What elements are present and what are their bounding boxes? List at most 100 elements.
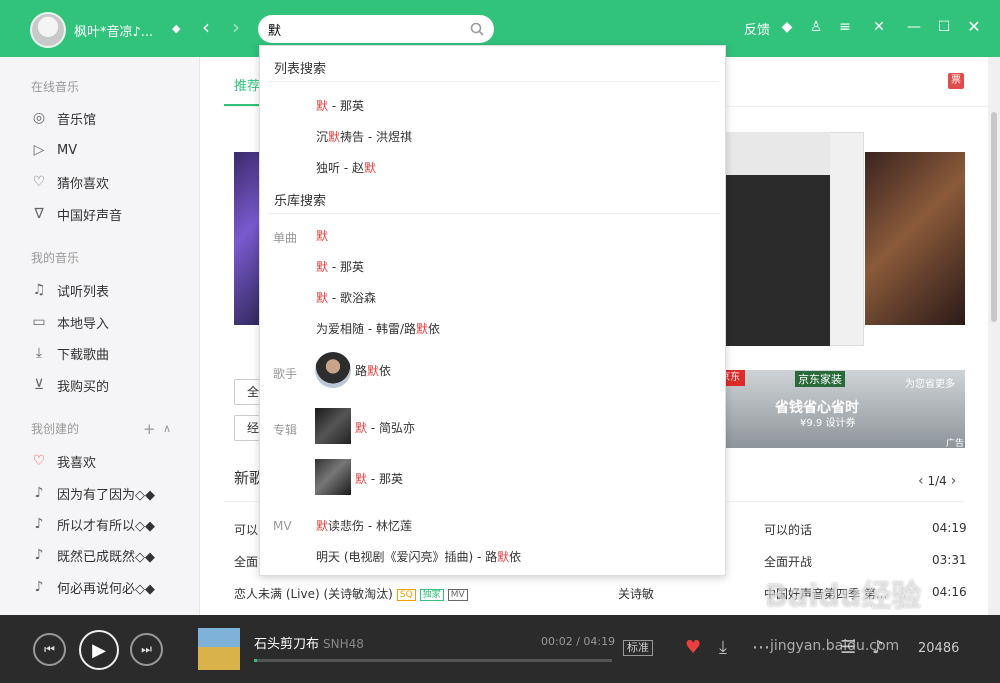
banner-image-right[interactable]	[865, 152, 965, 325]
sidebar-item-label: 因为有了因为◇◆	[57, 487, 155, 503]
sidebar-item-favorites[interactable]: ♡ 我喜欢	[30, 450, 96, 472]
song-row-album[interactable]: 可以的话	[764, 521, 812, 538]
suggestion-highlight: 默	[416, 322, 429, 336]
play-box-icon: ▷	[33, 142, 45, 158]
skin-shirt-icon[interactable]: ♙	[807, 18, 825, 36]
now-playing-artist[interactable]: SNH48	[323, 637, 364, 651]
previous-button[interactable]: ⏮	[33, 633, 66, 666]
menu-icon[interactable]: ≡	[836, 18, 854, 36]
page-indicator: 1/4	[927, 474, 947, 488]
mv-tag[interactable]: MV	[447, 588, 468, 601]
sidebar-item-download[interactable]: ⤓ 下载歌曲	[30, 342, 109, 364]
song-row-title[interactable]: 全面	[234, 553, 258, 570]
scrollbar[interactable]	[988, 57, 1000, 615]
sidebar-item-playlist[interactable]: ♫ 试听列表	[30, 279, 109, 301]
heart-outline-icon: ♡	[32, 174, 46, 190]
minimize-icon[interactable]: —	[905, 18, 923, 36]
sidebar-item-mv[interactable]: ▷ MV	[30, 139, 78, 161]
album-cover[interactable]	[315, 459, 351, 495]
sidebar-section-online: 在线音乐	[31, 80, 80, 94]
now-playing-title[interactable]: 石头剪刀布	[254, 637, 319, 652]
song-row-artist[interactable]: 关诗敏	[618, 585, 654, 602]
sidebar-item-label: 何必再说何必◇◆	[57, 581, 155, 597]
sidebar-item-label: 猜你喜欢	[57, 176, 110, 192]
more-icon[interactable]: ⋯	[752, 637, 770, 658]
add-playlist-icon[interactable]: +	[143, 420, 156, 438]
sidebar-item-playlist-1[interactable]: ♪ 因为有了因为◇◆	[30, 482, 155, 504]
like-heart-icon[interactable]: ♥	[685, 637, 701, 658]
suggestion-mv[interactable]: 默读悲伤 - 林忆莲	[316, 517, 412, 534]
suggestion-mv[interactable]: 明天 (电视剧《爱闪亮》插曲) - 路默依	[316, 548, 521, 565]
collapse-icon[interactable]: ∧	[163, 422, 171, 435]
search-box[interactable]	[258, 15, 494, 43]
username[interactable]: 枫叶*音凉♪...	[74, 21, 153, 40]
suggestion-song[interactable]: 默	[316, 227, 328, 244]
baidu-watermark-url: jingyan.baidu.com	[770, 638, 900, 654]
sidebar-item-guess[interactable]: ♡ 猜你喜欢	[30, 171, 109, 193]
music-note-icon: ♪	[34, 579, 44, 595]
suggestion-album[interactable]: 默 - 那英	[355, 470, 403, 487]
now-playing-cover[interactable]	[198, 628, 240, 670]
search-input[interactable]	[268, 20, 458, 38]
download-icon[interactable]: ⤓	[719, 637, 727, 658]
sidebar-item-music-hall[interactable]: ◎ 音乐馆	[30, 107, 96, 129]
suggestion-singer[interactable]: 路默依	[355, 362, 391, 379]
ad-title: 京东家装	[795, 371, 845, 387]
suggestion-list-item[interactable]: 独听 - 赵默	[316, 159, 376, 176]
suggestion-song[interactable]: 默 - 歌浴森	[316, 289, 376, 306]
sidebar-item-label: 本地导入	[57, 316, 110, 332]
monitor-icon: ▭	[32, 314, 46, 330]
avatar[interactable]	[30, 12, 66, 48]
play-count: 20486	[918, 641, 960, 656]
sidebar-item-purchased[interactable]: ⊻ 我购买的	[30, 374, 109, 396]
category-album: 专辑	[273, 423, 298, 437]
category-mv: MV	[273, 519, 292, 533]
suggestion-song[interactable]: 默 - 那英	[316, 258, 364, 275]
song-row[interactable]: 恋人未满 (Live) (关诗敏淘汰) SQ 独家 MV	[234, 585, 468, 602]
suggestion-prefix: 明天 (电视剧《爱闪亮》插曲) - 路	[316, 550, 498, 564]
song-row-time: 04:19	[932, 521, 967, 535]
now-playing-info: 石头剪刀布 SNH48	[254, 633, 364, 652]
sidebar-item-voice[interactable]: ∇ 中国好声音	[30, 203, 122, 225]
suggestion-song[interactable]: 为爱相随 - 韩雷/路默依	[316, 320, 440, 337]
sidebar-item-playlist-4[interactable]: ♪ 何必再说何必◇◆	[30, 576, 155, 598]
mini-mode-icon[interactable]: ✕	[870, 18, 888, 36]
category-singer: 歌手	[273, 367, 298, 381]
suggestion-list-item[interactable]: 沉默祷告 - 洪煜祺	[316, 128, 412, 145]
ad-brand: 为您省更多	[905, 379, 955, 390]
vip-diamond-icon[interactable]: ◆	[172, 22, 180, 35]
sidebar-item-playlist-2[interactable]: ♪ 所以才有所以◇◆	[30, 513, 155, 535]
progress-bar[interactable]	[254, 659, 612, 662]
back-arrow-icon[interactable]: ‹	[202, 17, 210, 37]
album-cover[interactable]	[315, 408, 351, 444]
forward-arrow-icon[interactable]: ›	[232, 17, 240, 37]
singer-avatar[interactable]	[315, 352, 351, 388]
sidebar-item-local[interactable]: ▭ 本地导入	[30, 311, 109, 333]
list-search-heading: 列表搜索	[274, 62, 327, 77]
play-button[interactable]: ▶	[79, 630, 119, 670]
ticket-icon[interactable]: 票	[948, 73, 964, 89]
suggestion-album[interactable]: 默 - 简弘亦	[355, 419, 415, 436]
playback-time: 00:02 / 04:19	[541, 635, 616, 648]
sidebar-item-label: MV	[57, 142, 78, 158]
sidebar-item-label: 试听列表	[57, 284, 110, 300]
next-page-icon[interactable]: ›	[951, 473, 957, 489]
sidebar-item-label: 我喜欢	[57, 455, 97, 471]
prev-page-icon[interactable]: ‹	[918, 473, 924, 489]
tab-recommend[interactable]: 推荐	[234, 75, 260, 94]
suggestion-highlight: 默	[355, 421, 368, 435]
scroll-thumb[interactable]	[991, 112, 997, 322]
next-button[interactable]: ⏭	[130, 633, 163, 666]
diamond-icon[interactable]: ◆	[778, 18, 796, 36]
feedback-link[interactable]: 反馈	[744, 19, 770, 38]
quality-button[interactable]: 标准	[623, 640, 653, 656]
song-row-title[interactable]: 可以	[234, 521, 258, 538]
banner-person-image[interactable]	[720, 132, 830, 346]
song-row-album[interactable]: 全面开战	[764, 553, 812, 570]
sidebar-item-playlist-3[interactable]: ♪ 既然已成既然◇◆	[30, 544, 155, 566]
suggestion-list-item[interactable]: 默 - 那英	[316, 97, 364, 114]
song-row-title[interactable]: 恋人未满 (Live) (关诗敏淘汰)	[234, 587, 393, 601]
close-icon[interactable]: ✕	[965, 18, 983, 36]
search-icon[interactable]	[470, 22, 484, 36]
maximize-icon[interactable]: ☐	[935, 18, 953, 36]
